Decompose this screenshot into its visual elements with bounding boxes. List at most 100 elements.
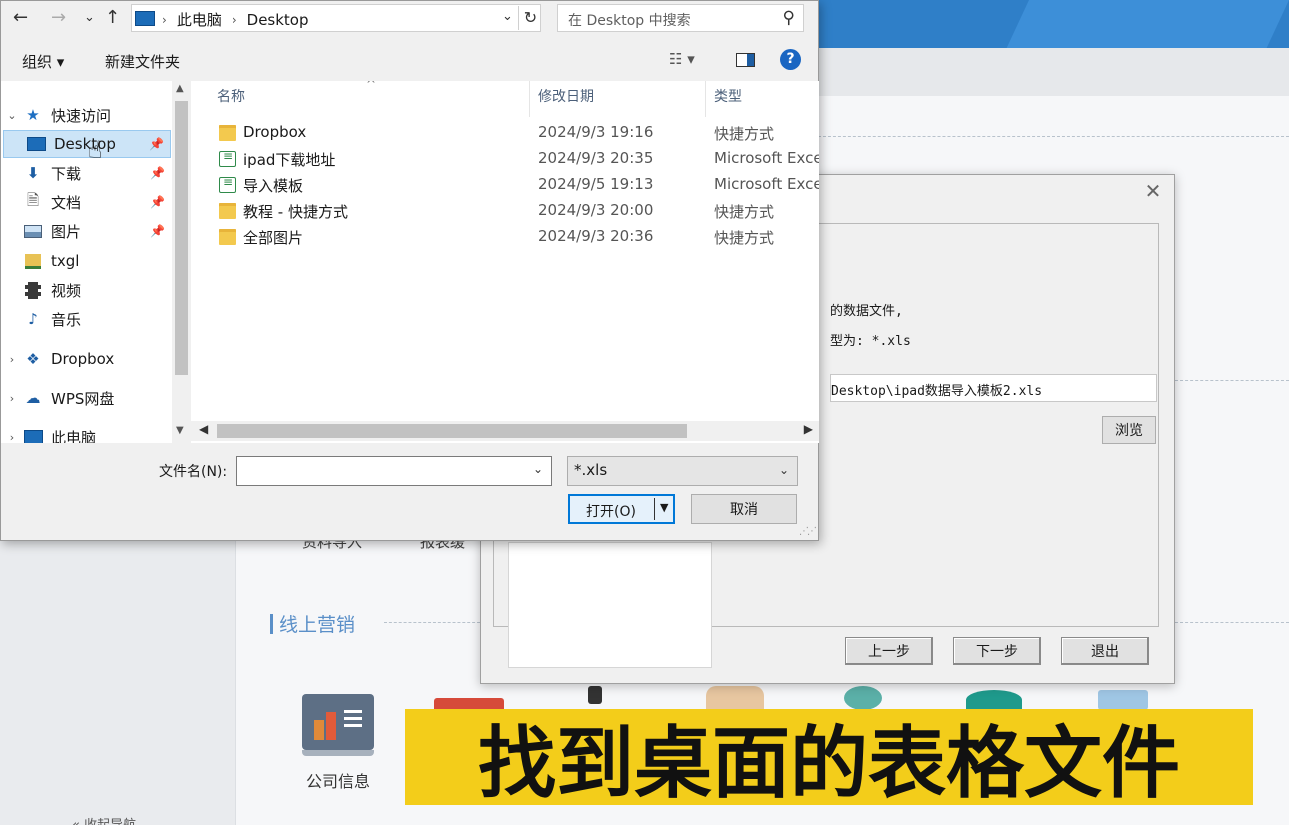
company-info-module[interactable]: 公司信息 bbox=[298, 694, 378, 792]
star-icon: ★ bbox=[26, 106, 40, 124]
next-step-button[interactable]: 下一步 bbox=[953, 637, 1041, 665]
search-input[interactable]: 在 Desktop 中搜索 ⚲ bbox=[557, 4, 804, 32]
chevron-down-icon[interactable]: ⌄ bbox=[502, 9, 513, 24]
nav-item-wps-cloud[interactable]: › ☁ WPS网盘 bbox=[1, 384, 171, 412]
file-type-filter-select[interactable]: *.xls ⌄ bbox=[567, 456, 798, 486]
folder-icon bbox=[23, 252, 43, 270]
refresh-icon[interactable]: ↻ bbox=[518, 6, 542, 30]
help-icon[interactable]: ? bbox=[780, 49, 801, 70]
chevron-right-icon[interactable]: › bbox=[1, 353, 23, 366]
file-row[interactable]: Dropbox 2024/9/3 19:16 快捷方式 bbox=[211, 121, 811, 147]
prev-step-button[interactable]: 上一步 bbox=[845, 637, 933, 665]
breadcrumb-desktop[interactable]: Desktop bbox=[247, 11, 309, 29]
new-folder-button[interactable]: 新建文件夹 bbox=[105, 51, 180, 72]
nav-item-label: 视频 bbox=[51, 281, 82, 300]
file-type: 快捷方式 bbox=[714, 125, 775, 143]
file-row[interactable]: 导入模板 2024/9/5 19:13 Microsoft Excel bbox=[211, 173, 819, 199]
organize-menu-button[interactable]: 组织 ▾ bbox=[22, 51, 64, 72]
pin-icon[interactable]: 📌 bbox=[150, 224, 165, 238]
browse-button[interactable]: 浏览 bbox=[1102, 416, 1156, 444]
forward-arrow-icon[interactable]: → bbox=[51, 7, 66, 29]
file-type: 快捷方式 bbox=[714, 203, 775, 221]
nav-item-this-pc[interactable]: › 此电脑 bbox=[1, 423, 171, 443]
file-date: 2024/9/3 20:36 bbox=[538, 227, 654, 245]
collapse-nav-link[interactable]: « 收起导航 bbox=[72, 814, 136, 825]
file-row[interactable]: ipad下载地址 2024/9/3 20:35 Microsoft Excel bbox=[211, 147, 819, 173]
breadcrumb-separator-icon: › bbox=[231, 12, 237, 27]
file-type: 快捷方式 bbox=[714, 229, 775, 247]
scrollbar-thumb[interactable] bbox=[217, 424, 687, 438]
nav-item-label: 文档 bbox=[51, 193, 82, 212]
scroll-left-icon[interactable]: ◀ bbox=[199, 422, 208, 436]
column-header-type[interactable]: 类型 bbox=[714, 87, 742, 113]
file-path-input[interactable]: Desktop\ipad数据导入模板2.xls bbox=[830, 374, 1157, 402]
scrollbar-thumb[interactable] bbox=[175, 101, 188, 375]
resize-grip-icon[interactable]: ⋰⋰ bbox=[799, 526, 817, 537]
filename-input[interactable] bbox=[236, 456, 552, 486]
scroll-down-icon[interactable]: ▼ bbox=[176, 425, 184, 436]
nav-item-videos[interactable]: 视频 bbox=[1, 276, 171, 304]
nav-item-documents[interactable]: 🗎 文档 📌 bbox=[1, 188, 171, 216]
up-arrow-icon[interactable]: ↑ bbox=[105, 7, 120, 29]
file-type: Microsoft Excel bbox=[714, 175, 819, 193]
address-bar[interactable]: › 此电脑 › Desktop ⌄ ↻ bbox=[131, 4, 541, 32]
scroll-right-icon[interactable]: ▶ bbox=[804, 422, 813, 436]
wizard-filetype-line: 型为: *.xls bbox=[830, 334, 911, 349]
chevron-down-icon[interactable]: ⌄ bbox=[779, 463, 789, 477]
search-icon: ⚲ bbox=[782, 8, 795, 28]
column-header-date[interactable]: 修改日期 bbox=[538, 87, 594, 113]
nav-item-txgl[interactable]: txgl bbox=[1, 247, 171, 275]
breadcrumb-this-pc[interactable]: 此电脑 bbox=[177, 9, 222, 30]
preview-pane-icon[interactable] bbox=[736, 53, 755, 67]
pin-icon[interactable]: 📌 bbox=[150, 195, 165, 209]
open-options-chevron-icon[interactable]: ▼ bbox=[660, 501, 668, 514]
chevron-down-icon[interactable]: ⌄ bbox=[533, 462, 543, 476]
chevron-right-icon[interactable]: › bbox=[1, 392, 23, 405]
file-list-horizontal-scrollbar[interactable]: ◀ ▶ bbox=[191, 421, 819, 441]
nav-item-dropbox[interactable]: › ❖ Dropbox bbox=[1, 345, 171, 373]
nav-item-downloads[interactable]: ⬇ 下载 📌 bbox=[1, 159, 171, 187]
nav-item-quick-access[interactable]: ⌄ ★ 快速访问 bbox=[1, 101, 171, 129]
nav-pane-scrollbar[interactable]: ▲ ▼ bbox=[172, 81, 191, 443]
file-name: ipad下载地址 bbox=[243, 151, 336, 169]
nav-item-label: 下载 bbox=[51, 164, 82, 183]
chevron-down-icon[interactable]: ⌄ bbox=[1, 109, 23, 122]
document-icon: 🗎 bbox=[26, 190, 40, 209]
exit-button[interactable]: 退出 bbox=[1061, 637, 1149, 665]
cancel-button[interactable]: 取消 bbox=[691, 494, 797, 524]
nav-item-label: 音乐 bbox=[51, 310, 82, 329]
file-name: 教程 - 快捷方式 bbox=[243, 203, 348, 221]
folder-icon bbox=[219, 203, 236, 219]
nav-item-music[interactable]: ♪ 音乐 bbox=[1, 305, 171, 333]
recent-locations-chevron-icon[interactable]: ⌄ bbox=[84, 7, 95, 29]
desktop-icon bbox=[135, 11, 155, 26]
view-options-icon[interactable]: ☷ ▾ bbox=[669, 50, 695, 68]
dialog-toolbar: 组织 ▾ 新建文件夹 ☷ ▾ ? bbox=[1, 41, 820, 79]
open-button[interactable]: 打开(O) ▼ bbox=[568, 494, 675, 524]
back-arrow-icon[interactable]: ← bbox=[13, 7, 28, 29]
breadcrumb-separator-icon: › bbox=[162, 12, 167, 27]
sort-ascending-icon: ^ bbox=[366, 81, 377, 91]
chevron-right-icon[interactable]: › bbox=[1, 431, 23, 444]
nav-item-pictures[interactable]: 图片 📌 bbox=[1, 217, 171, 245]
file-name: Dropbox bbox=[243, 123, 307, 141]
music-icon: ♪ bbox=[28, 310, 38, 328]
section-divider bbox=[384, 622, 480, 623]
section-divider bbox=[818, 136, 1289, 137]
file-date: 2024/9/3 19:16 bbox=[538, 123, 654, 141]
close-icon[interactable]: ✕ bbox=[1142, 179, 1164, 203]
nav-item-desktop[interactable]: Desktop 📌 bbox=[3, 130, 171, 158]
scroll-up-icon[interactable]: ▲ bbox=[176, 83, 184, 94]
excel-icon bbox=[219, 175, 236, 193]
pin-icon[interactable]: 📌 bbox=[150, 166, 165, 180]
file-open-dialog: ← → ⌄ ↑ › 此电脑 › Desktop ⌄ ↻ 在 Desktop 中搜… bbox=[0, 0, 819, 541]
file-name: 全部图片 bbox=[243, 229, 304, 247]
file-row[interactable]: 全部图片 2024/9/3 20:36 快捷方式 bbox=[211, 225, 811, 251]
file-row[interactable]: 教程 - 快捷方式 2024/9/3 20:00 快捷方式 bbox=[211, 199, 811, 225]
search-placeholder: 在 Desktop 中搜索 bbox=[568, 13, 691, 29]
filename-label: 文件名(N): bbox=[159, 464, 228, 480]
pin-icon[interactable]: 📌 bbox=[149, 137, 164, 151]
excel-icon bbox=[219, 149, 236, 167]
column-header-name[interactable]: 名称 bbox=[217, 87, 245, 113]
caption-text: 找到桌面的表格文件 bbox=[477, 719, 1180, 809]
